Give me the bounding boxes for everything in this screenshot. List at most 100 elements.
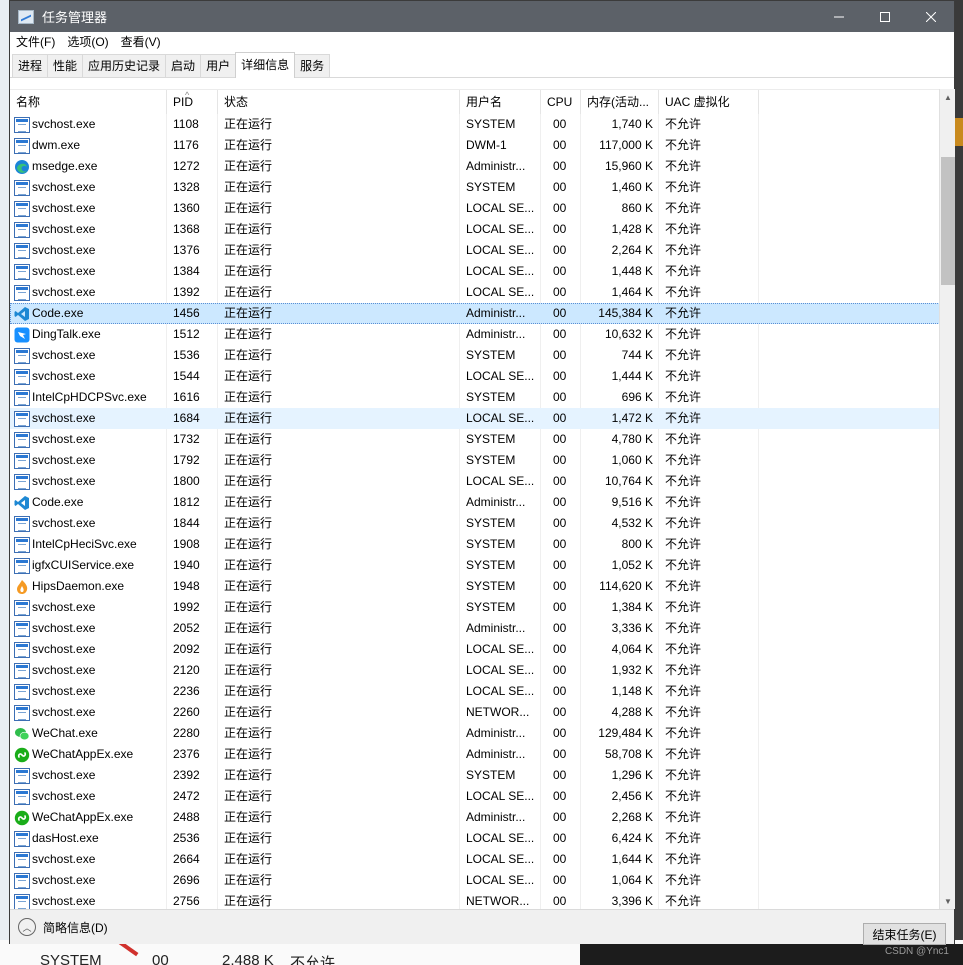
service-icon <box>14 893 32 909</box>
memory-cell: 145,384 K <box>598 306 653 320</box>
table-row[interactable]: svchost.exe 1684 正在运行 LOCAL SE... 00 1,472 K 不… <box>10 408 940 429</box>
pid-cell: 1176 <box>173 138 199 152</box>
vertical-scrollbar[interactable]: ▲ ▼ <box>939 89 955 909</box>
menu-view[interactable]: 查看(V) <box>115 32 167 52</box>
table-row[interactable]: svchost.exe 1328 正在运行 SYSTEM 00 1,460 K 不允许 <box>10 177 940 198</box>
table-row[interactable]: svchost.exe 1108 正在运行 SYSTEM 00 1,740 K 不允许 <box>10 114 940 135</box>
table-row[interactable]: svchost.exe 1992 正在运行 SYSTEM 00 1,384 K 不允许 <box>10 597 940 618</box>
menu-options[interactable]: 选项(O) <box>61 32 114 52</box>
table-row[interactable]: svchost.exe 1544 正在运行 LOCAL SE... 00 1,444 K 不… <box>10 366 940 387</box>
status-cell: 正在运行 <box>224 369 273 383</box>
table-row[interactable]: WeChatAppEx.exe 2376 正在运行 Administr... 00 58,… <box>10 744 940 765</box>
table-row[interactable]: WeChatAppEx.exe 2488 正在运行 Administr... 00 2,2… <box>10 807 940 828</box>
column-header-name[interactable]: 名称 <box>10 90 167 114</box>
user-cell: Administr... <box>466 747 526 761</box>
table-row[interactable]: Code.exe 1812 正在运行 Administr... 00 9,516 K 不允许 <box>10 492 940 513</box>
process-name: WeChatAppEx.exe <box>32 810 134 824</box>
table-row[interactable]: svchost.exe 1376 正在运行 LOCAL SE... 00 2,264 K 不… <box>10 240 940 261</box>
user-cell: Administr... <box>466 327 526 341</box>
table-row[interactable]: IntelCpHeciSvc.exe 1908 正在运行 SYSTEM 00 800 K 不… <box>10 534 940 555</box>
menu-file[interactable]: 文件(F) <box>10 32 61 52</box>
cpu-cell: 00 <box>553 558 567 572</box>
pid-cell: 1616 <box>173 390 200 404</box>
tab-performance[interactable]: 性能 <box>47 54 84 77</box>
process-name-cell: svchost.exe <box>10 891 167 909</box>
table-row[interactable]: svchost.exe 2392 正在运行 SYSTEM 00 1,296 K 不允许 <box>10 765 940 786</box>
minimize-button[interactable] <box>816 1 862 32</box>
process-name-cell: svchost.exe <box>10 513 167 534</box>
memory-cell: 1,060 K <box>611 453 653 467</box>
table-row[interactable]: dwm.exe 1176 正在运行 DWM-1 00 117,000 K 不允许 <box>10 135 940 156</box>
status-cell: 正在运行 <box>224 789 273 803</box>
background-text-uac: 不允许 <box>290 955 336 965</box>
end-task-button[interactable]: 结束任务(E) <box>863 923 946 945</box>
wechat-icon <box>14 726 32 742</box>
table-row[interactable]: svchost.exe 2092 正在运行 LOCAL SE... 00 4,064 K 不… <box>10 639 940 660</box>
service-icon <box>14 662 32 679</box>
user-cell: SYSTEM <box>466 432 516 446</box>
table-row[interactable]: svchost.exe 1384 正在运行 LOCAL SE... 00 1,448 K 不… <box>10 261 940 282</box>
status-cell: 正在运行 <box>224 810 273 824</box>
table-row[interactable]: WeChat.exe 2280 正在运行 Administr... 00 129,484 … <box>10 723 940 744</box>
table-row[interactable]: svchost.exe 2236 正在运行 LOCAL SE... 00 1,148 K 不… <box>10 681 940 702</box>
uac-cell: 不允许 <box>665 453 702 467</box>
scroll-thumb[interactable] <box>941 157 955 285</box>
status-cell: 正在运行 <box>224 642 273 656</box>
table-row[interactable]: svchost.exe 1732 正在运行 SYSTEM 00 4,780 K 不允许 <box>10 429 940 450</box>
uac-cell: 不允许 <box>665 558 702 572</box>
table-row[interactable]: svchost.exe 2696 正在运行 LOCAL SE... 00 1,064 K 不… <box>10 870 940 891</box>
memory-cell: 4,064 K <box>611 642 653 656</box>
table-row[interactable]: dasHost.exe 2536 正在运行 LOCAL SE... 00 6,424 K 不… <box>10 828 940 849</box>
table-row[interactable]: svchost.exe 1536 正在运行 SYSTEM 00 744 K 不允许 <box>10 345 940 366</box>
tab-app-history[interactable]: 应用历史记录 <box>82 54 167 77</box>
fewer-details-button[interactable]: ︿ 简略信息(D) <box>18 916 108 938</box>
cpu-cell: 00 <box>553 831 567 845</box>
table-row[interactable]: svchost.exe 2052 正在运行 Administr... 00 3,336 K… <box>10 618 940 639</box>
close-button[interactable] <box>908 1 954 32</box>
process-name: svchost.exe <box>32 348 96 362</box>
table-row[interactable]: IntelCpHDCPSvc.exe 1616 正在运行 SYSTEM 00 696 K 不… <box>10 387 940 408</box>
column-header-memory[interactable]: 内存(活动... <box>581 90 659 114</box>
table-row[interactable]: svchost.exe 1368 正在运行 LOCAL SE... 00 1,428 K 不… <box>10 219 940 240</box>
table-row[interactable]: svchost.exe 2472 正在运行 LOCAL SE... 00 2,456 K 不… <box>10 786 940 807</box>
cpu-cell: 00 <box>553 138 567 152</box>
column-header-status[interactable]: 状态 <box>218 90 460 114</box>
table-row[interactable]: svchost.exe 2260 正在运行 NETWOR... 00 4,288 K 不允许 <box>10 702 940 723</box>
tab-processes[interactable]: 进程 <box>12 54 49 77</box>
pid-cell: 2120 <box>173 663 200 677</box>
table-row[interactable]: svchost.exe 1800 正在运行 LOCAL SE... 00 10,764 K… <box>10 471 940 492</box>
table-row[interactable]: igfxCUIService.exe 1940 正在运行 SYSTEM 00 1,052 … <box>10 555 940 576</box>
user-cell: LOCAL SE... <box>466 789 535 803</box>
table-row[interactable]: svchost.exe 1844 正在运行 SYSTEM 00 4,532 K 不允许 <box>10 513 940 534</box>
memory-cell: 1,464 K <box>611 285 653 299</box>
column-header-user[interactable]: 用户名 <box>460 90 541 114</box>
table-row[interactable]: svchost.exe 1392 正在运行 LOCAL SE... 00 1,464 K 不… <box>10 282 940 303</box>
task-manager-window: 任务管理器 文件(F) 选项(O) 查看(V) 进程 性能 应用历史记录 启动 … <box>9 0 955 945</box>
column-header-uac[interactable]: UAC 虚拟化 <box>659 90 759 114</box>
status-cell: 正在运行 <box>224 747 273 761</box>
scroll-up-arrow-icon[interactable]: ▲ <box>940 89 956 105</box>
uac-cell: 不允许 <box>665 600 702 614</box>
table-row[interactable]: msedge.exe 1272 正在运行 Administr... 00 15,960 K… <box>10 156 940 177</box>
maximize-button[interactable] <box>862 1 908 32</box>
table-row[interactable]: svchost.exe 2756 正在运行 NETWOR... 00 3,396 K 不允许 <box>10 891 940 909</box>
column-header-cpu[interactable]: CPU <box>541 90 581 114</box>
fewer-details-label: 简略信息(D) <box>43 920 108 935</box>
memory-cell: 114,620 K <box>599 579 653 593</box>
table-row[interactable]: Code.exe 1456 正在运行 Administr... 00 145,384 K 不… <box>10 303 940 324</box>
table-row[interactable]: DingTalk.exe 1512 正在运行 Administr... 00 10,632… <box>10 324 940 345</box>
tab-users[interactable]: 用户 <box>200 54 237 77</box>
scroll-down-arrow-icon[interactable]: ▼ <box>940 893 956 909</box>
tab-startup[interactable]: 启动 <box>165 54 202 77</box>
tab-services[interactable]: 服务 <box>294 54 331 77</box>
column-header-pid[interactable]: ^ PID <box>167 90 218 114</box>
uac-cell: 不允许 <box>665 306 702 320</box>
table-row[interactable]: svchost.exe 1792 正在运行 SYSTEM 00 1,060 K 不允许 <box>10 450 940 471</box>
service-icon <box>14 515 32 532</box>
table-row[interactable]: HipsDaemon.exe 1948 正在运行 SYSTEM 00 114,620 K 不… <box>10 576 940 597</box>
title-bar[interactable]: 任务管理器 <box>10 1 954 32</box>
table-row[interactable]: svchost.exe 2120 正在运行 LOCAL SE... 00 1,932 K 不… <box>10 660 940 681</box>
table-row[interactable]: svchost.exe 1360 正在运行 LOCAL SE... 00 860 K 不允许 <box>10 198 940 219</box>
tab-details[interactable]: 详细信息 <box>235 52 296 78</box>
table-row[interactable]: svchost.exe 2664 正在运行 LOCAL SE... 00 1,644 K 不… <box>10 849 940 870</box>
